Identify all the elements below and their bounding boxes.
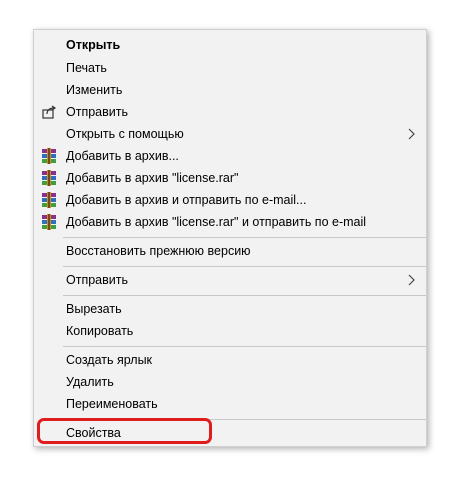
menu-item-create-shortcut[interactable]: Создать ярлык (34, 349, 426, 371)
share-icon (42, 105, 57, 119)
menu-separator (63, 346, 426, 347)
chevron-right-icon (408, 128, 415, 140)
menu-item-send-to[interactable]: Отправить (34, 269, 426, 291)
menu-item-open-with[interactable]: Открыть с помощью (34, 123, 426, 145)
menu-item-add-to-license-rar[interactable]: Добавить в архив "license.rar" (34, 167, 426, 189)
menu-item-edit[interactable]: Изменить (34, 79, 426, 101)
menu-item-archive-and-email[interactable]: Добавить в архив и отправить по e-mail..… (34, 189, 426, 211)
menu-item-label: Отправить (66, 273, 128, 287)
highlight-outline (37, 418, 212, 444)
context-menu: Открыть Печать Изменить Отправить Открыт… (33, 29, 427, 447)
menu-item-cut[interactable]: Вырезать (34, 298, 426, 320)
menu-item-share[interactable]: Отправить (34, 101, 426, 123)
menu-separator (63, 237, 426, 238)
menu-item-restore-previous-versions[interactable]: Восстановить прежнюю версию (34, 240, 426, 262)
menu-item-label: Печать (66, 61, 107, 75)
menu-item-label: Открыть с помощью (66, 127, 184, 141)
menu-item-label: Добавить в архив... (66, 149, 179, 163)
winrar-icon (42, 148, 56, 164)
menu-item-license-rar-and-email[interactable]: Добавить в архив "license.rar" и отправи… (34, 211, 426, 233)
menu-item-rename[interactable]: Переименовать (34, 393, 426, 415)
menu-separator (63, 266, 426, 267)
menu-item-label: Создать ярлык (66, 353, 153, 367)
winrar-icon (42, 170, 56, 186)
menu-item-add-to-archive[interactable]: Добавить в архив... (34, 145, 426, 167)
menu-item-label: Отправить (66, 105, 128, 119)
menu-item-label: Добавить в архив "license.rar" и отправи… (66, 215, 367, 229)
menu-item-label: Добавить в архив "license.rar" (66, 171, 239, 185)
menu-item-print[interactable]: Печать (34, 57, 426, 79)
menu-separator (63, 295, 426, 296)
menu-item-label: Открыть (66, 38, 121, 52)
menu-item-label: Удалить (66, 375, 114, 389)
chevron-right-icon (408, 274, 415, 286)
winrar-icon (42, 214, 56, 230)
menu-item-label: Изменить (66, 83, 123, 97)
menu-item-delete[interactable]: Удалить (34, 371, 426, 393)
menu-item-label: Восстановить прежнюю версию (66, 244, 251, 258)
menu-item-label: Копировать (66, 324, 134, 338)
menu-item-label: Переименовать (66, 397, 158, 411)
winrar-icon (42, 192, 56, 208)
menu-item-copy[interactable]: Копировать (34, 320, 426, 342)
menu-item-open[interactable]: Открыть (34, 34, 426, 56)
menu-item-label: Вырезать (66, 302, 122, 316)
menu-item-label: Добавить в архив и отправить по e-mail..… (66, 193, 307, 207)
